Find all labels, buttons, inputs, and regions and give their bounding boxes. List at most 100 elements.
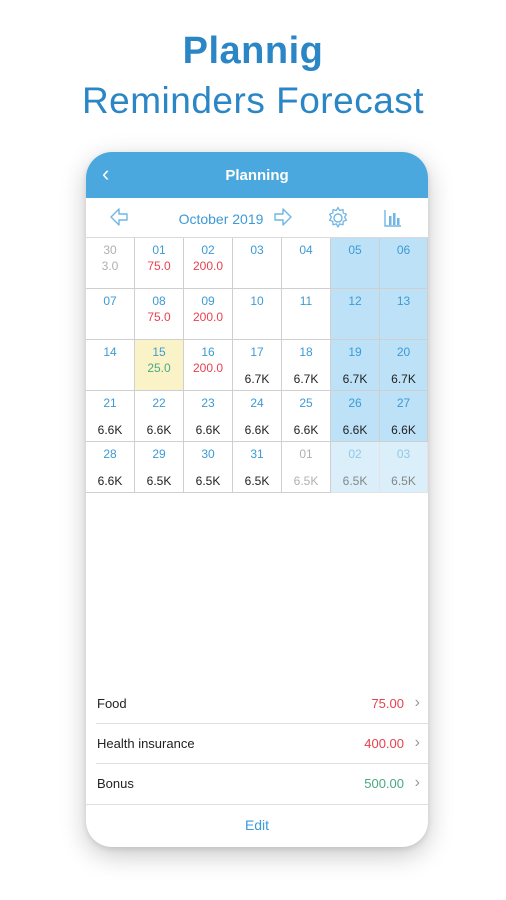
calendar-day-cell[interactable]: 30 6.5K: [184, 442, 233, 493]
list-item-health-insurance[interactable]: Health insurance 400.00 ›: [86, 724, 428, 764]
day-number: 10: [250, 294, 264, 308]
day-number: 02: [348, 447, 362, 461]
list-item-bonus[interactable]: Bonus 500.00 ›: [86, 764, 428, 804]
item-value: 500.00: [364, 776, 404, 791]
calendar-day-cell[interactable]: 21 6.6K: [86, 391, 135, 442]
calendar-day-cell[interactable]: 04: [282, 238, 331, 289]
calendar-week-row: 28 6.6K 29 6.5K 30 6.5K 31 6.5K 01 6.5K 02 6.5K 03 6.…: [86, 442, 428, 493]
calendar-day-cell[interactable]: 03: [233, 238, 282, 289]
day-number: 26: [348, 396, 362, 410]
item-name: Health insurance: [97, 736, 195, 751]
calendar-day-cell[interactable]: 13: [380, 289, 428, 340]
day-amount: 200.0: [192, 361, 224, 375]
day-number: 12: [348, 294, 362, 308]
day-number: 06: [396, 243, 411, 257]
gear-icon[interactable]: [326, 206, 350, 230]
day-number: 03: [250, 243, 264, 257]
calendar-day-cell[interactable]: 02 200.0: [184, 238, 233, 289]
calendar-day-cell[interactable]: 16 200.0: [184, 340, 233, 391]
calendar-day-cell[interactable]: 28 6.6K: [86, 442, 135, 493]
day-number: 24: [250, 396, 264, 410]
chevron-right-icon: ›: [414, 774, 420, 791]
day-number: 15: [152, 345, 166, 359]
calendar-day-cell[interactable]: 01 75.0: [135, 238, 184, 289]
day-balance: 6.6K: [146, 423, 172, 437]
day-number: 04: [299, 243, 313, 257]
calendar-day-cell[interactable]: 01 6.5K: [282, 442, 331, 493]
calendar-day-cell[interactable]: 25 6.6K: [282, 391, 331, 442]
bar-chart-icon[interactable]: [382, 207, 404, 229]
day-amount: 75.0: [147, 259, 171, 273]
calendar-day-cell[interactable]: 12: [331, 289, 380, 340]
day-number: 02: [201, 243, 215, 257]
day-balance: 6.5K: [244, 474, 270, 488]
calendar-day-cell[interactable]: 27 6.6K: [380, 391, 428, 442]
calendar-day-cell[interactable]: 19 6.7K: [331, 340, 380, 391]
calendar-day-cell[interactable]: 08 75.0: [135, 289, 184, 340]
right-arrow-icon[interactable]: [272, 206, 294, 228]
edit-button[interactable]: Edit: [86, 817, 428, 833]
calendar-day-cell[interactable]: 22 6.6K: [135, 391, 184, 442]
left-arrow-icon[interactable]: [108, 206, 130, 228]
day-number: 13: [396, 294, 411, 308]
day-number: 17: [250, 345, 264, 359]
day-balance: 6.5K: [195, 474, 221, 488]
calendar-day-cell[interactable]: 07: [86, 289, 135, 340]
day-balance: 6.5K: [391, 474, 416, 488]
nav-bar: ‹ Planning: [86, 152, 428, 198]
calendar-day-cell[interactable]: 10: [233, 289, 282, 340]
phone-screen: ‹ Planning October 2019 30 3.0 01 75.0 02 200…: [86, 152, 428, 847]
calendar-day-cell[interactable]: 30 3.0: [86, 238, 135, 289]
day-number: 30: [103, 243, 117, 257]
day-number: 19: [348, 345, 362, 359]
day-balance: 6.6K: [97, 474, 123, 488]
item-name: Bonus: [97, 776, 134, 791]
calendar-day-cell[interactable]: 24 6.6K: [233, 391, 282, 442]
calendar-day-cell[interactable]: 03 6.5K: [380, 442, 428, 493]
day-balance: 6.7K: [342, 372, 368, 386]
calendar-day-cell[interactable]: 18 6.7K: [282, 340, 331, 391]
day-number: 29: [152, 447, 166, 461]
day-balance: 6.6K: [244, 423, 270, 437]
day-balance: 6.7K: [244, 372, 270, 386]
calendar-day-cell[interactable]: 06: [380, 238, 428, 289]
calendar-day-cell[interactable]: 17 6.7K: [233, 340, 282, 391]
calendar-day-cell[interactable]: 26 6.6K: [331, 391, 380, 442]
day-balance: 6.5K: [146, 474, 172, 488]
day-number: 01: [299, 447, 313, 461]
calendar-day-cell[interactable]: 23 6.6K: [184, 391, 233, 442]
day-number: 11: [299, 294, 313, 308]
chevron-right-icon: ›: [414, 694, 420, 711]
day-number: 09: [201, 294, 215, 308]
day-amount: 200.0: [192, 310, 224, 324]
day-number: 28: [103, 447, 117, 461]
day-balance: 6.6K: [342, 423, 368, 437]
day-number: 03: [396, 447, 411, 461]
calendar-day-cell[interactable]: 15 25.0: [135, 340, 184, 391]
calendar-week-row: 30 3.0 01 75.0 02 200.0 03 04 05 06: [86, 238, 428, 289]
day-balance: 6.6K: [195, 423, 221, 437]
day-number: 18: [299, 345, 313, 359]
day-number: 08: [152, 294, 166, 308]
month-toolbar: October 2019: [86, 198, 428, 238]
day-balance: 6.7K: [391, 372, 416, 386]
calendar-day-cell[interactable]: 05: [331, 238, 380, 289]
calendar-day-cell[interactable]: 02 6.5K: [331, 442, 380, 493]
day-number: 05: [348, 243, 362, 257]
day-number: 16: [201, 345, 215, 359]
day-amount: 200.0: [192, 259, 224, 273]
day-balance: 6.5K: [342, 474, 368, 488]
day-number: 20: [396, 345, 411, 359]
calendar-day-cell[interactable]: 11: [282, 289, 331, 340]
calendar-week-row: 21 6.6K 22 6.6K 23 6.6K 24 6.6K 25 6.6K 26 6.6K 27 6.…: [86, 391, 428, 442]
list-item-food[interactable]: Food 75.00 ›: [86, 684, 428, 724]
calendar-day-cell[interactable]: 29 6.5K: [135, 442, 184, 493]
day-number: 22: [152, 396, 166, 410]
calendar-day-cell[interactable]: 20 6.7K: [380, 340, 428, 391]
calendar-day-cell[interactable]: 31 6.5K: [233, 442, 282, 493]
headline-subtitle: Reminders Forecast: [81, 80, 425, 121]
calendar-day-cell[interactable]: 09 200.0: [184, 289, 233, 340]
calendar-week-row: 07 08 75.0 09 200.0 10 11 12 13: [86, 289, 428, 340]
chevron-right-icon: ›: [414, 734, 420, 751]
calendar-day-cell[interactable]: 14: [86, 340, 135, 391]
